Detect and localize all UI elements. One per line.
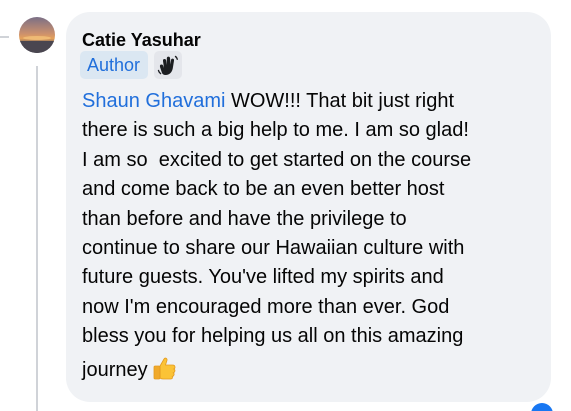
comment-bubble: Catie Yasuhar Author Shaun Ghavami WOW!!… — [66, 12, 551, 402]
author-badges: Author — [80, 51, 183, 79]
comment-line: continue to share our Hawaiian culture w… — [82, 237, 465, 260]
avatar-sunset-image — [19, 17, 55, 53]
comment-text: Shaun Ghavami WOW!!! That bit just right… — [82, 87, 544, 389]
comment-line: there is such a big help to me. I am so … — [82, 119, 469, 142]
author-badge: Author — [80, 51, 149, 79]
comment-line: journey — [82, 358, 148, 381]
mention-link[interactable]: Shaun Ghavami — [82, 90, 225, 112]
comment-line: WOW!!! That bit just right — [225, 90, 454, 112]
avatar[interactable] — [19, 17, 55, 53]
comment-line: future guests. You've lifted my spirits … — [82, 266, 444, 289]
comment-line: bless you for helping us all on this ama… — [82, 325, 464, 348]
comment-line: than before and have the privilege to — [82, 207, 407, 230]
comment-line: I am so excited to get started on the co… — [82, 148, 472, 171]
comment-line: now I'm encouraged more than ever. God — [82, 295, 450, 318]
comment-line: and come back to be an even better host — [82, 178, 445, 201]
comment-thread: Catie Yasuhar Author Shaun Ghavami WOW!!… — [0, 0, 571, 411]
reaction-indicator — [531, 403, 553, 411]
thumbs-up-emoji — [152, 356, 178, 380]
thread-connector — [0, 36, 9, 38]
waving-hand-icon[interactable] — [154, 51, 183, 79]
thread-line — [36, 66, 38, 411]
author-name[interactable]: Catie Yasuhar — [82, 30, 201, 51]
